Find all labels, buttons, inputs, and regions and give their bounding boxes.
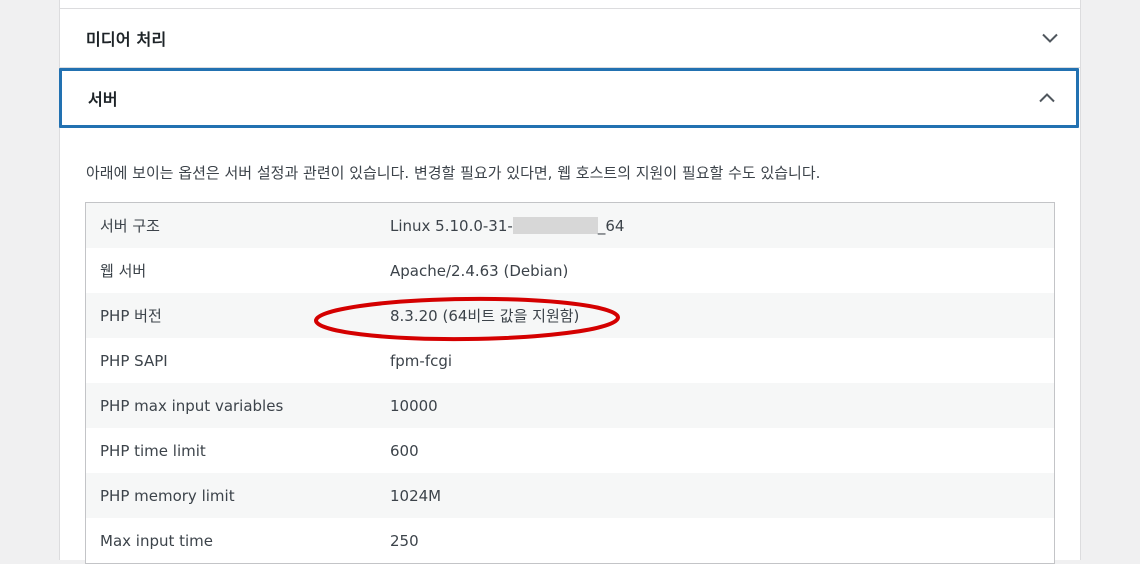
table-row: 웹 서버 Apache/2.4.63 (Debian) [85, 248, 1055, 293]
value-suffix: _64 [597, 216, 625, 235]
value-prefix: Linux 5.10.0-31- [390, 216, 513, 235]
table-row: PHP max input variables 10000 [85, 383, 1055, 428]
row-value: fpm-fcgi [376, 338, 1055, 383]
table-row: PHP memory limit 1024M [85, 473, 1055, 518]
row-value: 600 [376, 428, 1055, 473]
table-row: PHP SAPI fpm-fcgi [85, 338, 1055, 383]
row-value: 250 [376, 518, 1055, 564]
table-row: PHP time limit 600 [85, 428, 1055, 473]
row-label: PHP time limit [85, 428, 376, 473]
row-label: 서버 구조 [85, 202, 376, 248]
row-label: 웹 서버 [85, 248, 376, 293]
row-value: Apache/2.4.63 (Debian) [376, 248, 1055, 293]
chevron-up-icon [1037, 88, 1057, 108]
row-label: PHP SAPI [85, 338, 376, 383]
section-title-media: 미디어 처리 [86, 30, 167, 49]
server-section-description: 아래에 보이는 옵션은 서버 설정과 관련이 있습니다. 변경할 필요가 있다면… [86, 164, 821, 182]
section-header-media[interactable]: 미디어 처리 [60, 9, 1080, 68]
row-label: PHP max input variables [85, 383, 376, 428]
table-row: PHP 버전 8.3.20 (64비트 값을 지원함) [85, 293, 1055, 338]
row-value: 10000 [376, 383, 1055, 428]
section-title-server: 서버 [88, 90, 118, 109]
row-label: PHP memory limit [85, 473, 376, 518]
row-label: Max input time [85, 518, 376, 564]
site-health-info-panel: 미디어 처리 서버 아래에 보이는 옵션은 서버 설정과 관련이 있습니다. 변… [59, 0, 1081, 564]
table-row: Max input time 250 [85, 518, 1055, 564]
redacted-block [512, 216, 598, 234]
row-value: 8.3.20 (64비트 값을 지원함) [376, 293, 1055, 338]
table-row: 서버 구조 Linux 5.10.0-31- _64 [85, 202, 1055, 248]
row-value: 1024M [376, 473, 1055, 518]
section-header-server[interactable]: 서버 [59, 68, 1079, 128]
row-label: PHP 버전 [85, 293, 376, 338]
row-value: Linux 5.10.0-31- _64 [376, 202, 1055, 248]
server-info-table: 서버 구조 Linux 5.10.0-31- _64 웹 서버 Apache/2.… [85, 202, 1055, 564]
chevron-down-icon [1040, 28, 1060, 48]
